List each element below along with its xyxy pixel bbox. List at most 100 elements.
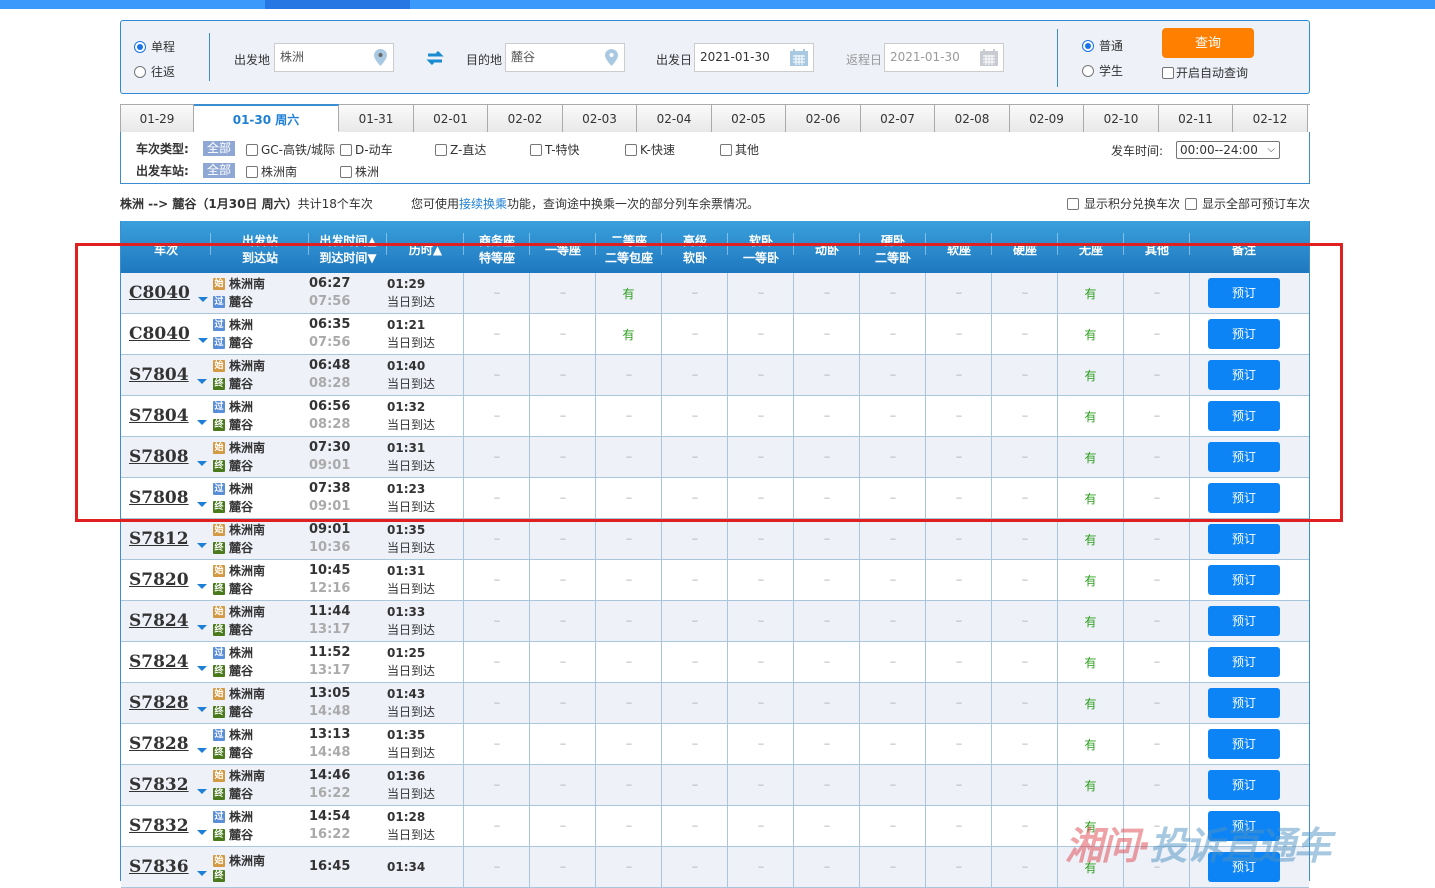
- date-tab[interactable]: 01-29: [121, 105, 194, 133]
- filter-z[interactable]: Z-直达: [435, 141, 486, 158]
- show-all-bookable-checkbox[interactable]: 显示全部可预订车次: [1184, 195, 1310, 212]
- from-station-name[interactable]: 株洲南: [229, 275, 265, 293]
- checkbox[interactable]: [246, 143, 258, 156]
- book-button[interactable]: 预订: [1208, 442, 1280, 472]
- radio-adult[interactable]: 普通: [1082, 37, 1123, 54]
- from-station-name[interactable]: 株洲南: [229, 685, 265, 703]
- seat-availability[interactable]: 有: [622, 285, 634, 302]
- filter-station-zhuzhou[interactable]: 株洲: [340, 163, 379, 180]
- seat-availability[interactable]: 有: [1084, 490, 1096, 507]
- radio-indicator[interactable]: [134, 40, 146, 53]
- to-station-name[interactable]: 麓谷: [229, 785, 253, 803]
- seat-availability[interactable]: 有: [1084, 367, 1096, 384]
- to-station-name[interactable]: 麓谷: [229, 416, 253, 434]
- column-header-times[interactable]: 出发时间▲ 到达时间▼: [309, 221, 387, 273]
- checkbox[interactable]: [246, 165, 258, 178]
- book-button[interactable]: 预订: [1208, 565, 1280, 595]
- return-date-input[interactable]: 2021-01-30: [884, 43, 1004, 72]
- from-station-name[interactable]: 株洲南: [229, 852, 265, 870]
- filter-k[interactable]: K-快速: [625, 141, 675, 158]
- date-tab[interactable]: 02-06: [786, 105, 861, 133]
- seat-availability[interactable]: 有: [1084, 613, 1096, 630]
- train-number-link[interactable]: S7804: [129, 365, 189, 385]
- expand-stops-icon[interactable]: [196, 870, 207, 876]
- checkbox[interactable]: [1066, 197, 1079, 210]
- book-button[interactable]: 预订: [1208, 278, 1280, 308]
- expand-stops-icon[interactable]: [196, 747, 207, 753]
- radio-indicator[interactable]: [1082, 64, 1094, 77]
- seat-availability[interactable]: 有: [1084, 818, 1096, 835]
- location-pin-icon[interactable]: [605, 49, 618, 66]
- to-station-input[interactable]: 麓谷: [505, 43, 625, 72]
- date-tab[interactable]: 01-31: [339, 105, 414, 133]
- expand-stops-icon[interactable]: [196, 706, 207, 712]
- expand-stops-icon[interactable]: [196, 501, 207, 507]
- date-tab[interactable]: 02-08: [935, 105, 1010, 133]
- query-button[interactable]: 查询: [1162, 28, 1254, 58]
- checkbox[interactable]: [340, 165, 352, 178]
- show-points-trains-checkbox[interactable]: 显示积分兑换车次: [1066, 195, 1180, 212]
- expand-stops-icon[interactable]: [196, 419, 207, 425]
- date-tab[interactable]: 02-02: [488, 105, 563, 133]
- book-button[interactable]: 预订: [1208, 319, 1280, 349]
- book-button[interactable]: 预订: [1208, 360, 1280, 390]
- train-number-link[interactable]: S7828: [129, 734, 189, 754]
- filter-gc[interactable]: GC-高铁/城际: [246, 141, 335, 158]
- expand-stops-icon[interactable]: [196, 788, 207, 794]
- to-station-name[interactable]: 麓谷: [229, 539, 253, 557]
- seat-availability[interactable]: 有: [1084, 736, 1096, 753]
- from-station-name[interactable]: 株洲: [229, 644, 253, 662]
- book-button[interactable]: 预订: [1208, 524, 1280, 554]
- train-number-link[interactable]: C8040: [129, 324, 190, 344]
- from-station-name[interactable]: 株洲南: [229, 562, 265, 580]
- filter-d[interactable]: D-动车: [340, 141, 393, 158]
- from-station-name[interactable]: 株洲南: [229, 767, 265, 785]
- seat-availability[interactable]: 有: [622, 326, 634, 343]
- train-number-link[interactable]: S7836: [129, 857, 189, 877]
- date-tab[interactable]: 02-05: [712, 105, 786, 133]
- radio-student[interactable]: 学生: [1082, 62, 1123, 79]
- to-station-name[interactable]: 麓谷: [229, 662, 253, 680]
- train-number-link[interactable]: S7832: [129, 816, 189, 836]
- from-station-name[interactable]: 株洲: [229, 480, 253, 498]
- from-station-name[interactable]: 株洲: [229, 316, 253, 334]
- station-all-button[interactable]: 全部: [203, 163, 236, 178]
- train-number-link[interactable]: S7824: [129, 652, 189, 672]
- train-number-link[interactable]: S7804: [129, 406, 189, 426]
- from-station-name[interactable]: 株洲: [229, 398, 253, 416]
- to-station-name[interactable]: 麓谷: [229, 621, 253, 639]
- filter-other[interactable]: 其他: [720, 141, 759, 158]
- from-station-name[interactable]: 株洲南: [229, 603, 265, 621]
- book-button[interactable]: 预订: [1208, 647, 1280, 677]
- checkbox[interactable]: [1162, 66, 1174, 79]
- to-station-name[interactable]: 麓谷: [229, 580, 253, 598]
- expand-stops-icon[interactable]: [196, 378, 207, 384]
- filter-t[interactable]: T-特快: [530, 141, 580, 158]
- date-tab[interactable]: 02-12: [1233, 105, 1308, 133]
- seat-availability[interactable]: 有: [1084, 531, 1096, 548]
- filter-station-zhuzhounan[interactable]: 株洲南: [246, 163, 297, 180]
- to-station-name[interactable]: 麓谷: [229, 826, 253, 844]
- seat-availability[interactable]: 有: [1084, 449, 1096, 466]
- from-station-name[interactable]: 株洲南: [229, 521, 265, 539]
- from-station-name[interactable]: 株洲南: [229, 357, 265, 375]
- calendar-icon[interactable]: [979, 49, 999, 67]
- book-button[interactable]: 预订: [1208, 770, 1280, 800]
- to-station-name[interactable]: 麓谷: [229, 334, 253, 352]
- date-tab[interactable]: 02-11: [1159, 105, 1233, 133]
- train-number-link[interactable]: S7808: [129, 488, 189, 508]
- seat-availability[interactable]: 有: [1084, 777, 1096, 794]
- to-station-name[interactable]: 麓谷: [229, 375, 253, 393]
- expand-stops-icon[interactable]: [196, 624, 207, 630]
- train-number-link[interactable]: S7828: [129, 693, 189, 713]
- transfer-link[interactable]: 接续换乘: [459, 197, 507, 211]
- book-button[interactable]: 预订: [1208, 729, 1280, 759]
- auto-query-checkbox[interactable]: 开启自动查询: [1162, 64, 1248, 81]
- book-button[interactable]: 预订: [1208, 401, 1280, 431]
- book-button[interactable]: 预订: [1208, 606, 1280, 636]
- expand-stops-icon[interactable]: [196, 665, 207, 671]
- train-number-link[interactable]: S7808: [129, 447, 189, 467]
- from-station-name[interactable]: 株洲: [229, 808, 253, 826]
- radio-round-trip[interactable]: 往返: [134, 63, 175, 80]
- expand-stops-icon[interactable]: [197, 337, 208, 343]
